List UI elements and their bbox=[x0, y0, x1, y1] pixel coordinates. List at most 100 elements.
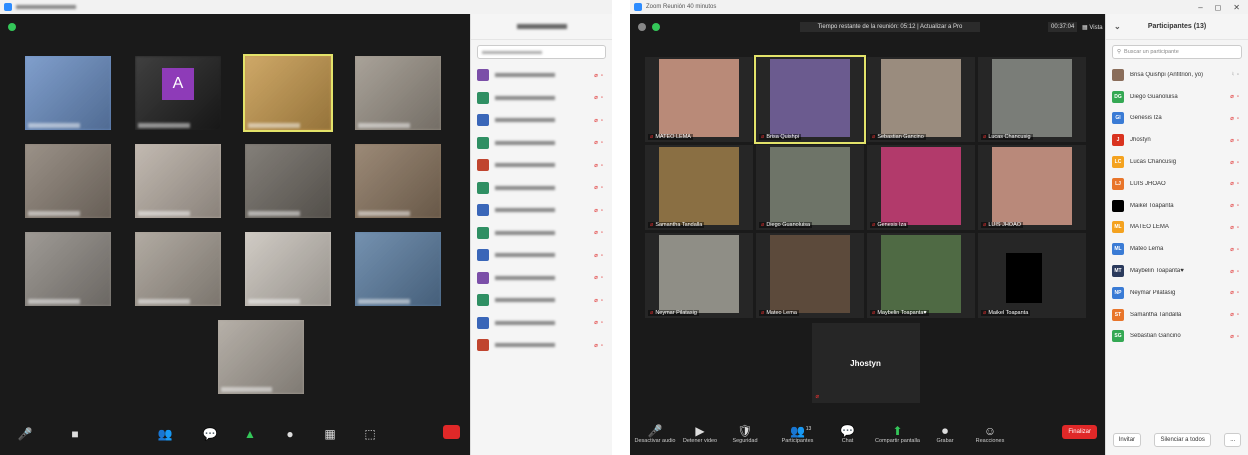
left-panel-search-input[interactable] bbox=[477, 45, 606, 59]
stop-video-button[interactable]: ▶ Detener video bbox=[680, 413, 720, 455]
chevron-down-icon[interactable]: ⌄ bbox=[1114, 22, 1121, 31]
video-tile[interactable]: ⌀ Maikel Toapanta bbox=[978, 233, 1086, 318]
video-tile[interactable]: ⌀ Diego Guanoluisa bbox=[756, 145, 864, 230]
close-button[interactable]: ✕ bbox=[1233, 3, 1240, 12]
video-tile[interactable] bbox=[217, 320, 304, 394]
participant-name-label: ⌀ Mateo Lema bbox=[759, 310, 799, 316]
end-meeting-button[interactable]: Finalizar bbox=[1062, 425, 1097, 439]
video-tile[interactable] bbox=[243, 54, 333, 132]
participant-row[interactable]: ⌀▫ bbox=[471, 64, 612, 87]
left-end-button[interactable] bbox=[442, 425, 460, 439]
video-tile[interactable]: ⌀ Mateo Lema bbox=[756, 233, 864, 318]
video-button[interactable]: ■ bbox=[50, 413, 100, 455]
video-tile[interactable] bbox=[135, 232, 221, 306]
mute-all-button[interactable]: Silenciar a todos bbox=[1154, 433, 1211, 447]
participant-row[interactable]: ⌀▫ bbox=[471, 222, 612, 245]
participants-panel: ⌄ Participantes (13) ⚲ Buscar un partici… bbox=[1105, 14, 1248, 455]
participant-row[interactable]: ⌀▫ bbox=[471, 177, 612, 200]
participant-row[interactable]: DG Diego Guanoluisa ⌀▫ bbox=[1106, 86, 1248, 108]
invite-button[interactable]: Invitar bbox=[1112, 433, 1142, 447]
video-tile[interactable]: A bbox=[135, 56, 221, 130]
participant-row[interactable]: NP Neymar Pilatasig ⌀▫ bbox=[1106, 282, 1248, 304]
maximize-button[interactable]: ◻ bbox=[1215, 3, 1222, 12]
participant-row[interactable]: MT Maybelin Toapanta♥ ⌀▫ bbox=[1106, 260, 1248, 282]
mic-muted-icon: ⌀▫ bbox=[594, 230, 606, 237]
video-feed bbox=[135, 232, 221, 306]
chat-button[interactable]: 💬 Chat bbox=[825, 413, 870, 455]
video-tile[interactable] bbox=[245, 144, 331, 218]
minimize-button[interactable]: – bbox=[1198, 3, 1202, 12]
video-tile[interactable]: ⌀ Genesis Iza bbox=[867, 145, 975, 230]
mute-audio-button[interactable]: 🎤 Desactivar audio bbox=[630, 413, 680, 455]
video-tile[interactable] bbox=[25, 232, 111, 306]
participant-row[interactable]: ⌀▫ bbox=[471, 109, 612, 132]
participant-row[interactable]: SG Sebastian Gancino ⌀▫ bbox=[1106, 326, 1248, 348]
video-tile[interactable]: ⌀ Maybelin Toapanta♥ bbox=[867, 233, 975, 318]
video-tile[interactable] bbox=[355, 232, 441, 306]
share-screen-button[interactable]: ⬆ Compartir pantalla bbox=[870, 413, 925, 455]
share-screen-button[interactable]: ▲ bbox=[230, 413, 270, 455]
breakout-button[interactable]: ▦ bbox=[310, 413, 350, 455]
chat-button[interactable]: 💬 bbox=[190, 413, 230, 455]
video-tile[interactable]: ⌀ LUIS JHOAO bbox=[978, 145, 1086, 230]
video-feed bbox=[355, 144, 441, 218]
participant-row[interactable]: ⌀▫ bbox=[471, 312, 612, 335]
video-tile[interactable] bbox=[135, 144, 221, 218]
video-tile[interactable]: Jhostyn ⌀ bbox=[811, 323, 920, 403]
participants-button[interactable]: 👥 13 Participantes bbox=[770, 413, 825, 455]
video-tile[interactable]: ⌀ Neymar Pilatasig bbox=[645, 233, 753, 318]
participant-row[interactable]: ⌀▫ bbox=[471, 132, 612, 155]
participant-avatar: SG bbox=[1112, 330, 1124, 343]
participant-row[interactable]: J Jhostyn ⌀▫ bbox=[1106, 129, 1248, 151]
participant-row[interactable]: Brisa Quishpi (Anfitrión, yo) ♮▫ bbox=[1106, 64, 1248, 86]
participant-name bbox=[220, 387, 273, 392]
participant-search-input[interactable]: ⚲ Buscar un participante bbox=[1112, 45, 1242, 59]
video-tile[interactable] bbox=[355, 144, 441, 218]
video-tile[interactable]: ⌀ Lucas Chancusig bbox=[978, 57, 1086, 142]
breakout-icon: ▦ bbox=[324, 427, 336, 441]
participant-row[interactable]: ⌀▫ bbox=[471, 244, 612, 267]
info-icon[interactable] bbox=[638, 23, 646, 31]
meeting-time-banner[interactable]: Tiempo restante de la reunión: 05:12 | A… bbox=[800, 22, 980, 32]
participant-row[interactable]: Maikel Toapanta ⌀▫ bbox=[1106, 195, 1248, 217]
participant-name: MATEO LEMA bbox=[655, 134, 691, 140]
participant-row[interactable]: LC Lucas Chancusig ⌀▫ bbox=[1106, 151, 1248, 173]
reactions-button[interactable]: ☺ Reacciones bbox=[965, 413, 1015, 455]
participant-row[interactable]: ⌀▫ bbox=[471, 154, 612, 177]
participant-row[interactable]: ⌀▫ bbox=[471, 289, 612, 312]
video-tile[interactable]: ⌀ Samantha Tandalla bbox=[645, 145, 753, 230]
view-button[interactable]: ▦ Vista bbox=[1082, 24, 1103, 31]
participant-name: Sebastian Gancino bbox=[1130, 333, 1181, 340]
more-button[interactable]: ... bbox=[1224, 433, 1242, 447]
participant-avatar: GI bbox=[1112, 112, 1124, 125]
video-tile[interactable]: ⌀ MATEO LEMA bbox=[645, 57, 753, 142]
video-tile[interactable] bbox=[355, 56, 441, 130]
participants-button[interactable]: 👥 bbox=[140, 413, 190, 455]
participant-row[interactable]: LJ LUIS JHOAO ⌀▫ bbox=[1106, 173, 1248, 195]
record-button[interactable]: ⏺ Grabar bbox=[925, 413, 965, 455]
record-button[interactable]: ● bbox=[270, 413, 310, 455]
video-feed bbox=[659, 147, 739, 225]
right-titlebar: Zoom Reunión 40 minutos – ◻ ✕ bbox=[630, 0, 1248, 14]
participant-name: Maybelin Toapanta♥ bbox=[877, 310, 927, 316]
left-zoom-window: A 🎤 ■ 👥 💬 ▲ ● ▦ ⬚ ⌀▫ ⌀▫ ⌀▫ ⌀▫ ⌀▫ ⌀▫ ⌀▫ ⌀▫ ⌀▫ ⌀▫ ⌀▫… bbox=[0, 0, 612, 455]
video-tile[interactable] bbox=[25, 144, 111, 218]
participant-row[interactable]: ⌀▫ bbox=[471, 87, 612, 110]
participant-row[interactable]: ⌀▫ bbox=[471, 334, 612, 357]
video-tile[interactable]: ⌀ Brisa Quishpi bbox=[754, 55, 866, 144]
participant-row[interactable]: ST Samantha Tandalla ⌀▫ bbox=[1106, 304, 1248, 326]
participant-avatar: ML bbox=[1112, 221, 1124, 234]
video-tile[interactable] bbox=[245, 232, 331, 306]
video-feed bbox=[135, 144, 221, 218]
participant-row[interactable]: ML Mateo Lema ⌀▫ bbox=[1106, 238, 1248, 260]
security-button[interactable]: 🛡 Seguridad bbox=[720, 413, 770, 455]
mic-muted-icon: ⌀▫ bbox=[594, 95, 606, 102]
participant-row[interactable]: ⌀▫ bbox=[471, 267, 612, 290]
video-tile[interactable]: ⌀ Sebastian Gancino bbox=[867, 57, 975, 142]
mute-button[interactable]: 🎤 bbox=[0, 413, 50, 455]
participant-row[interactable]: ⌀▫ bbox=[471, 199, 612, 222]
video-tile[interactable] bbox=[25, 56, 111, 130]
participant-row[interactable]: GI Genesis Iza ⌀▫ bbox=[1106, 108, 1248, 130]
participant-row[interactable]: ML MATEO LEMA ⌀▫ bbox=[1106, 217, 1248, 239]
apps-button[interactable]: ⬚ bbox=[350, 413, 390, 455]
